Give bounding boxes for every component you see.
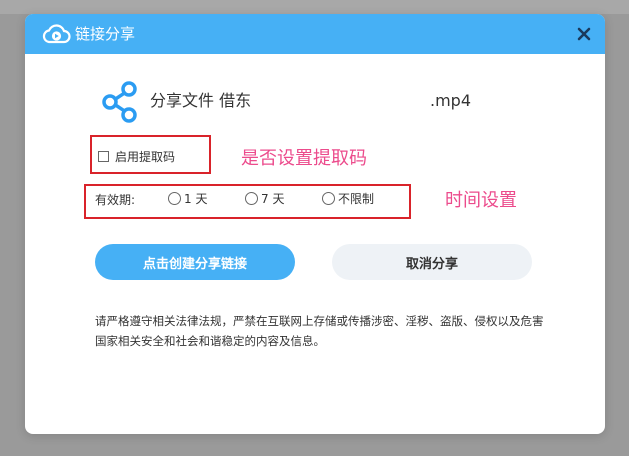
- file-name-label: 分享文件 借东: [150, 91, 252, 110]
- file-extension: .mp4: [430, 91, 472, 110]
- cancel-share-button[interactable]: 取消分享: [332, 244, 532, 280]
- create-share-link-button[interactable]: 点击创建分享链接: [95, 244, 295, 280]
- validity-label: 有效期:: [95, 193, 136, 207]
- radio-circle[interactable]: [245, 192, 258, 205]
- radio-circle[interactable]: [322, 192, 335, 205]
- share-icon: [102, 81, 137, 123]
- radio-circle[interactable]: [168, 192, 181, 205]
- close-icon[interactable]: [573, 23, 595, 45]
- annotation-password-note: 是否设置提取码: [241, 148, 367, 169]
- validity-radio-1-day[interactable]: 1 天: [168, 190, 207, 207]
- validity-radio-7-days[interactable]: 7 天: [245, 190, 284, 207]
- validity-option-label: 1 天: [184, 192, 208, 206]
- validity-option-label: 不限制: [338, 192, 375, 206]
- backdrop: [0, 0, 629, 14]
- validity-radio-unlimited[interactable]: 不限制: [322, 190, 374, 207]
- dialog-titlebar: 链接分享: [25, 14, 605, 54]
- validity-options: 有效期: 1 天 7 天 不限制: [95, 190, 405, 208]
- share-link-dialog: 链接分享 分享文件 借东 .mp4 启用提取码 是否设置提取码 有效期: 1 天…: [25, 14, 605, 434]
- enable-password-option[interactable]: 启用提取码: [98, 148, 175, 165]
- enable-password-label: 启用提取码: [115, 150, 176, 164]
- dialog-title: 链接分享: [75, 25, 136, 43]
- cloud-play-icon: [42, 24, 71, 44]
- enable-password-checkbox[interactable]: [98, 151, 109, 162]
- annotation-time-note: 时间设置: [445, 190, 517, 211]
- legal-notice: 请严格遵守相关法律法规，严禁在互联网上存储或传播涉密、淫秽、盗版、侵权以及危害国…: [95, 314, 544, 348]
- validity-option-label: 7 天: [261, 192, 285, 206]
